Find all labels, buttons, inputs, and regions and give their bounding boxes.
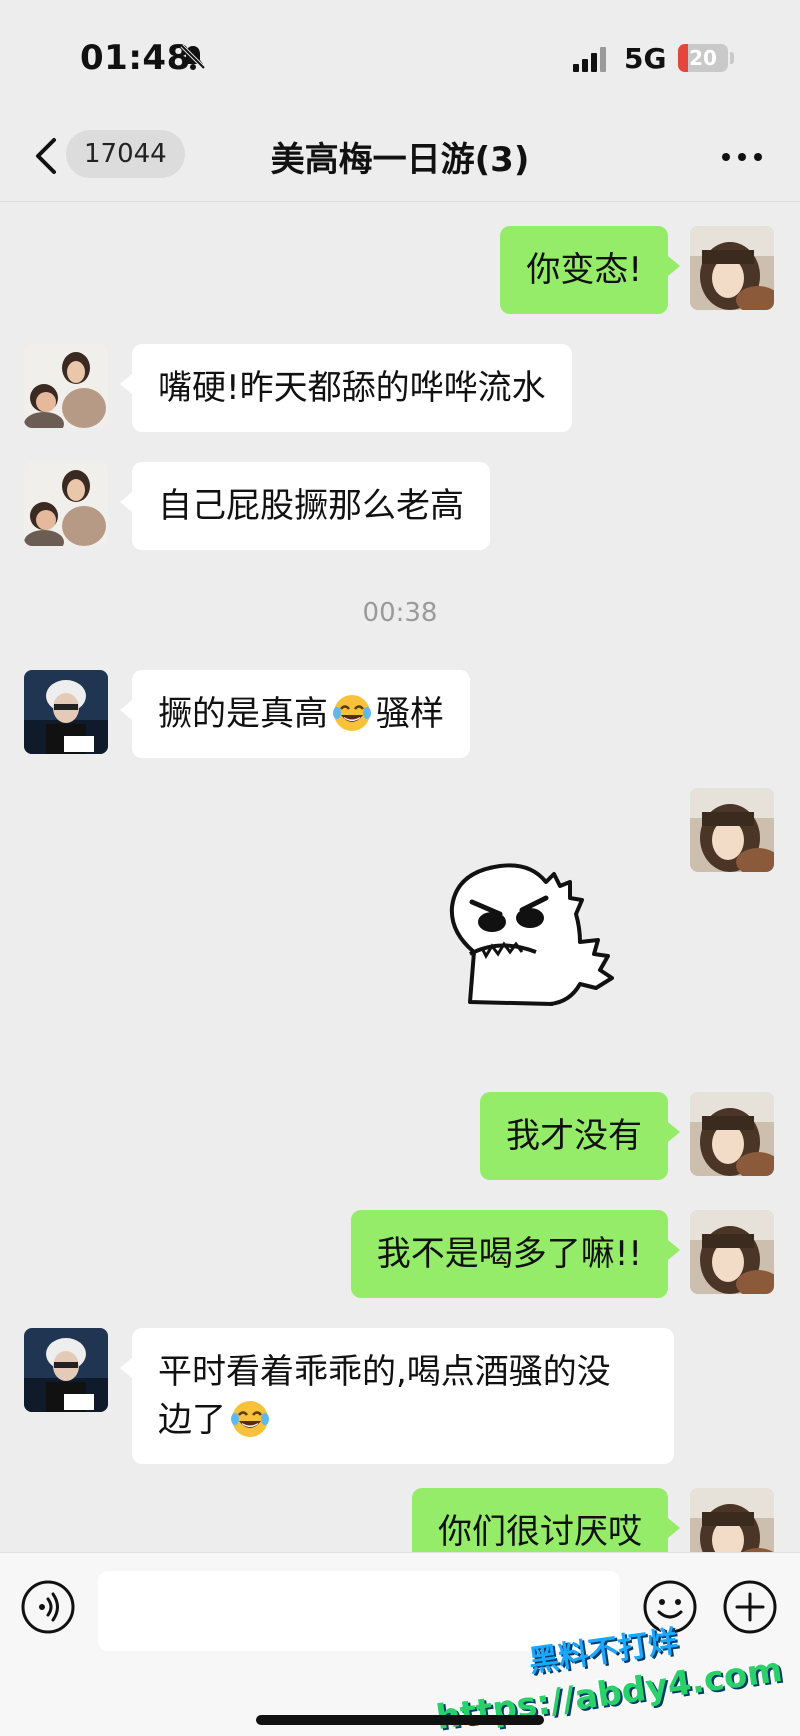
whitehair-avatar[interactable] [24,1328,108,1412]
message-bubble-outgoing[interactable]: 你变态! [500,226,680,314]
message-bubble-incoming[interactable]: 嘴硬!昨天都舔的哗哗流水 [120,344,572,432]
message-text-after: 骚样 [376,694,444,734]
message-text: 你变态! [526,250,642,290]
battery-nub [730,52,734,64]
message-timestamp: 00:38 [362,598,438,628]
message-text: 撅的是真高 [158,694,328,734]
message-text: 我不是喝多了嘛!! [376,1234,642,1274]
message-text: 平时看着乖乖的,喝点酒骚的没 [158,1352,611,1392]
self-avatar[interactable] [690,1488,774,1552]
message-text: 自己屁股撅那么老高 [158,486,464,526]
composer-bar: 黑料不打烊 https://abdy4.com [0,1552,800,1736]
message-text-line2: 边了 [158,1400,226,1440]
chat-header: 17044 美高梅一日游(3) [0,112,800,202]
family-avatar[interactable] [24,344,108,428]
more-options-icon[interactable] [718,142,766,172]
message-bubble-incoming[interactable]: 撅的是真高 骚样 [120,670,470,758]
home-indicator[interactable] [256,1715,544,1725]
whitehair-avatar[interactable] [24,670,108,754]
message-bubble-outgoing[interactable]: 我才没有 [480,1092,680,1180]
chat-title: 美高梅一日游(3) [270,140,530,180]
message-bubble-incoming[interactable]: 自己屁股撅那么老高 [120,462,490,550]
message-bubble-outgoing[interactable]: 我不是喝多了嘛!! [350,1210,681,1298]
message-list[interactable]: 你变态! 嘴硬!昨天都舔的哗哗流水 自己屁股撅那么老高 00:38 撅的是真高 … [0,202,800,1552]
self-avatar[interactable] [690,1092,774,1176]
network-label: 5G [624,42,667,75]
status-bar: 01:48 5G 20 [0,0,800,112]
message-bubble-outgoing[interactable]: 你们很讨厌哎 [412,1488,680,1552]
self-avatar[interactable] [690,226,774,310]
tears-of-joy-emoji-icon [333,695,371,731]
battery-percent: 20 [689,46,717,70]
angry-dinosaur-sticker-icon[interactable] [430,842,630,1012]
message-bubble-incoming[interactable]: 平时看着乖乖的,喝点酒骚的没 边了 [120,1328,674,1464]
battery-indicator: 20 [678,44,728,72]
self-avatar[interactable] [690,1210,774,1294]
bell-off-icon [180,44,206,70]
message-text: 你们很讨厌哎 [438,1512,642,1552]
signal-icon [573,47,606,72]
message-text: 我才没有 [506,1116,642,1156]
message-input[interactable] [98,1571,620,1651]
voice-input-icon[interactable] [20,1579,76,1635]
family-avatar[interactable] [24,462,108,546]
message-text: 嘴硬!昨天都舔的哗哗流水 [158,368,546,408]
self-avatar[interactable] [690,788,774,872]
status-time: 01:48 [80,38,191,78]
tears-of-joy-emoji-icon [231,1401,269,1437]
